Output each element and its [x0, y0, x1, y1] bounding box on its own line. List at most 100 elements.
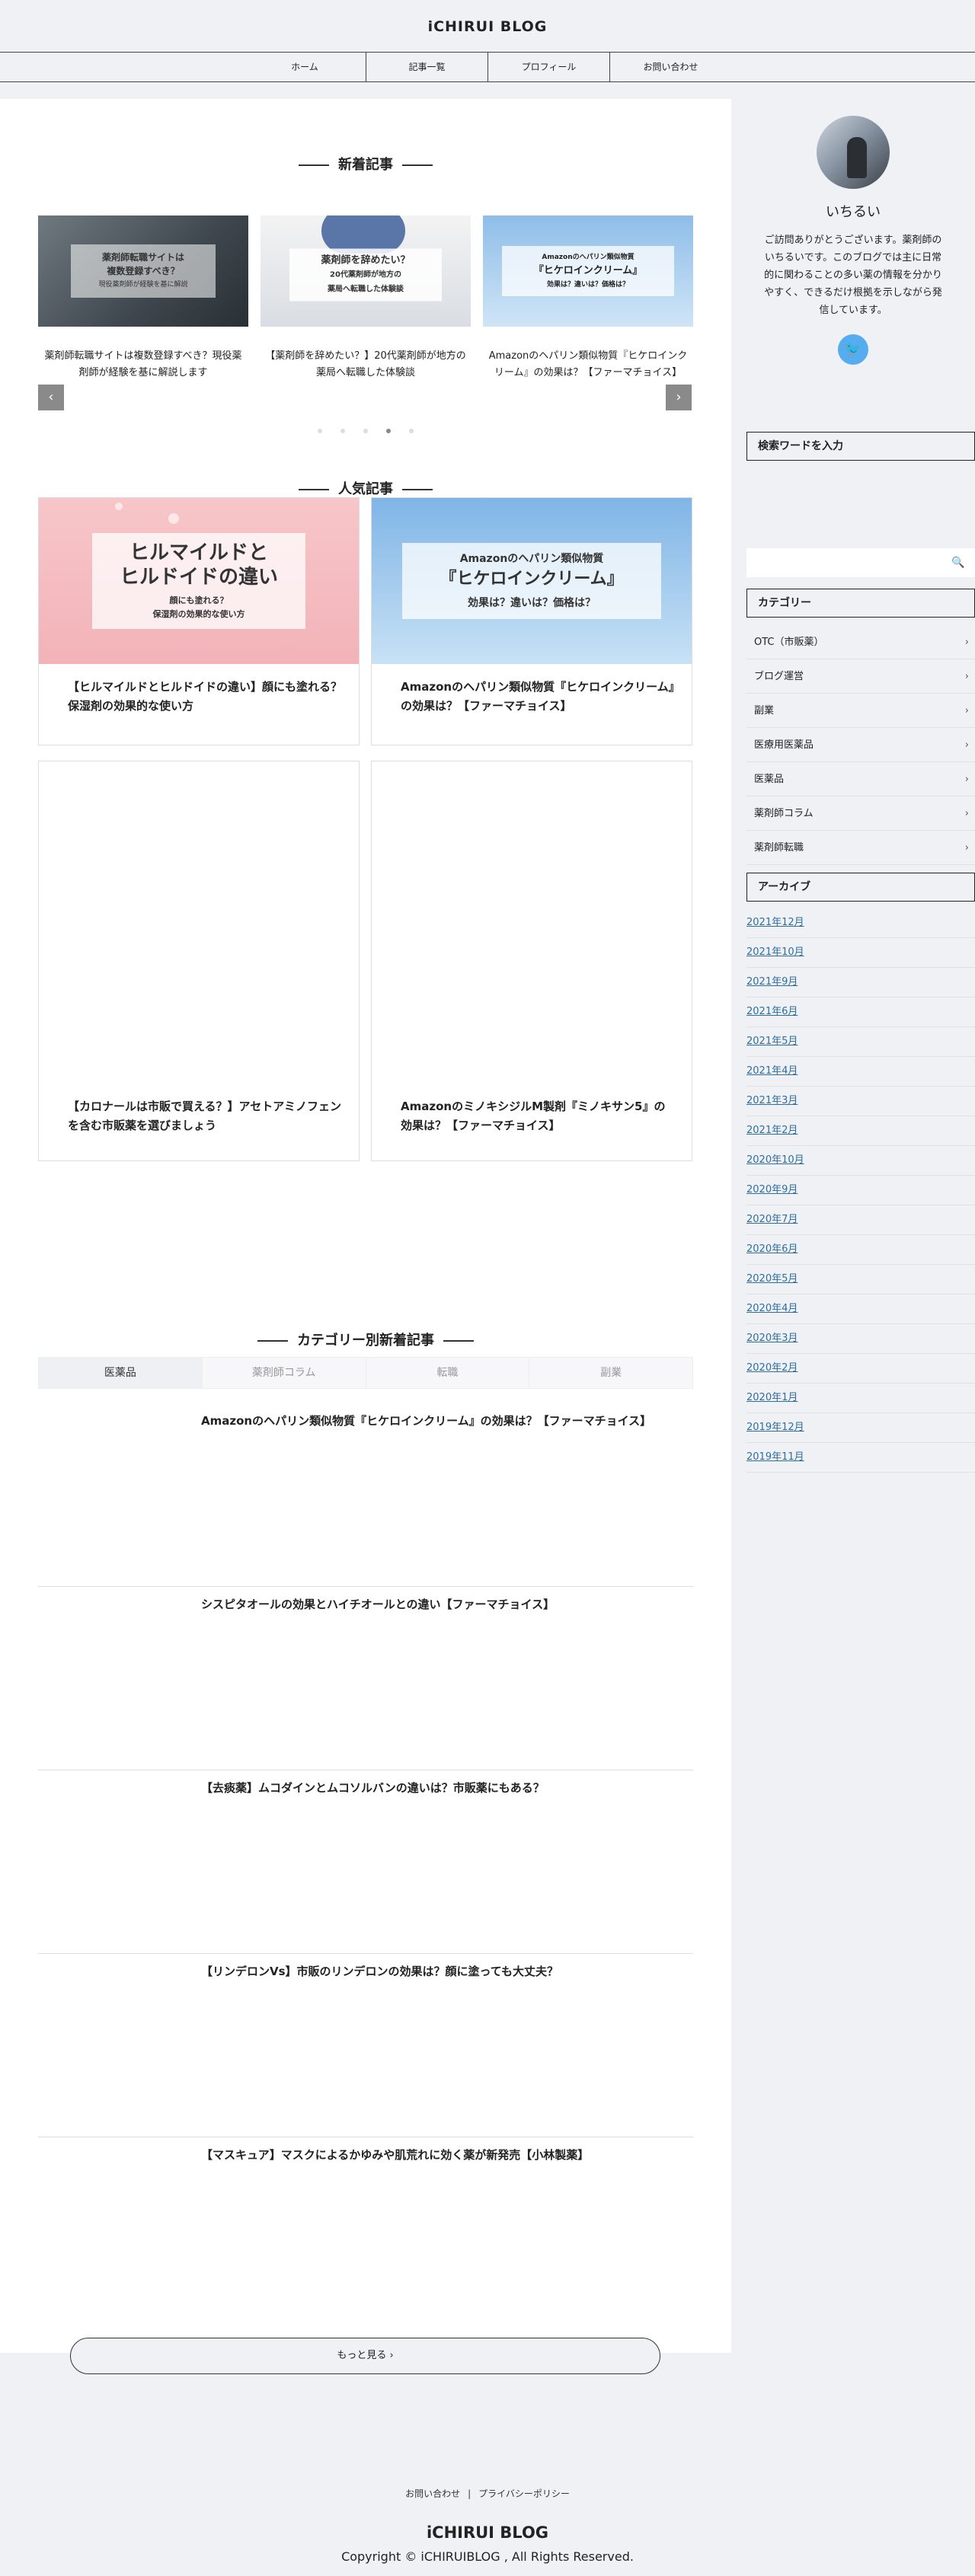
- nav-item-home[interactable]: ホーム: [244, 53, 366, 81]
- site-header: iCHIRUI BLOG: [0, 0, 975, 52]
- archive-link[interactable]: 2021年10月: [746, 938, 975, 968]
- slide-thumbnail: 薬剤師を辞めたい？ 20代薬剤師が地方の 薬局へ転職した体験談: [261, 215, 471, 327]
- archive-link[interactable]: 2020年1月: [746, 1384, 975, 1413]
- footer-link-privacy[interactable]: プライバシーポリシー: [478, 2488, 570, 2499]
- thumb-text: Amazonのヘパリン類似物質: [542, 254, 635, 261]
- category-article[interactable]: 【マスキュア】マスクによるかゆみや肌荒れに効く薬が新発売【小林製薬】: [38, 2137, 693, 2321]
- nav-item-profile[interactable]: プロフィール: [488, 53, 609, 81]
- archive-link[interactable]: 2021年2月: [746, 1116, 975, 1146]
- archive-link[interactable]: 2021年3月: [746, 1087, 975, 1116]
- profile-widget: いちるい ご訪問ありがとうございます。薬剤師のいちるいです。このブログでは主に日…: [731, 116, 975, 365]
- archive-link[interactable]: 2019年11月: [746, 1443, 975, 1473]
- chevron-right-icon: ›: [964, 637, 969, 648]
- sidebar-category-blog[interactable]: ブログ運営 ›: [746, 659, 975, 694]
- sidebar-category-column[interactable]: 薬剤師コラム ›: [746, 796, 975, 831]
- site-footer: お問い合わせ | プライバシーポリシー iCHIRUI BLOG Copyright…: [0, 2435, 975, 2576]
- slider-dot[interactable]: [340, 429, 345, 433]
- slide-thumbnail: 薬剤師転職サイトは 複数登録すべき？ 現役薬剤師が経験を基に解説: [38, 215, 248, 327]
- category-label: 医薬品: [754, 774, 785, 785]
- latest-slide[interactable]: 薬剤師転職サイトは 複数登録すべき？ 現役薬剤師が経験を基に解説 薬剤師転職サイ…: [38, 215, 248, 381]
- tab-side-job[interactable]: 副業: [529, 1358, 692, 1388]
- footer-link-contact[interactable]: お問い合わせ: [405, 2488, 460, 2499]
- image-text: 保湿剤の効果的な使い方: [152, 609, 245, 619]
- more-button[interactable]: もっと見る ›: [70, 2338, 660, 2374]
- card-title[interactable]: 【ヒルマイルドとヒルドイドの違い】顔にも塗れる？保湿剤の効果的な使い方: [68, 678, 344, 716]
- content-wrap: 新着記事 薬剤師転職サイトは 複数登録すべき？ 現役薬剤師が経験を基に解説 薬剤…: [0, 82, 975, 2435]
- popular-section-title: 人気記事: [0, 478, 731, 498]
- latest-slide[interactable]: Amazonのヘパリン類似物質 『ヒケロインクリーム』 効果は？違いは？価格は？…: [483, 215, 693, 381]
- tab-job-change[interactable]: 転職: [365, 1358, 529, 1388]
- category-article[interactable]: 【リンデロンVs】市販のリンデロンの効果は？顔に塗っても大丈夫？: [38, 1954, 693, 2137]
- chevron-right-icon: ›: [964, 705, 969, 717]
- archive-link[interactable]: 2021年4月: [746, 1057, 975, 1087]
- slide-caption[interactable]: 【薬剤師を辞めたい？】20代薬剤師が地方の薬局へ転職した体験談: [261, 348, 471, 381]
- chevron-right-icon: ›: [964, 842, 969, 854]
- archive-link[interactable]: 2019年12月: [746, 1413, 975, 1443]
- card-title[interactable]: AmazonのミノキシジルM製剤『ミノキサン5』の効果は？【ファーマチョイス】: [401, 1097, 676, 1135]
- thumb-text: 複数登録すべき？: [107, 266, 180, 276]
- global-nav: ホーム 記事一覧 プロフィール お問い合わせ: [0, 52, 975, 82]
- search-icon[interactable]: 🔍: [943, 548, 973, 577]
- category-widget-title: カテゴリー: [746, 589, 975, 618]
- category-article-title[interactable]: 【リンデロンVs】市販のリンデロンの効果は？顔に塗っても大丈夫？: [201, 1963, 558, 1979]
- slider-dot[interactable]: [318, 429, 322, 433]
- tab-pharmacist-column[interactable]: 薬剤師コラム: [201, 1358, 366, 1388]
- archive-link[interactable]: 2020年4月: [746, 1294, 975, 1324]
- popular-card[interactable]: Amazonのヘパリン類似物質 『ヒケロインクリーム』 効果は？違いは？価格は？…: [371, 497, 692, 745]
- sidebar-category-medicine[interactable]: 医薬品 ›: [746, 762, 975, 796]
- nav-item-contact[interactable]: お問い合わせ: [609, 53, 731, 81]
- card-title[interactable]: 【カロナールは市販で買える？】アセトアミノフェンを含む市販薬を選びましょう: [68, 1097, 344, 1135]
- nav-item-articles[interactable]: 記事一覧: [366, 53, 488, 81]
- slide-caption[interactable]: Amazonのヘパリン類似物質『ヒケロインクリーム』の効果は？【ファーマチョイス…: [483, 348, 693, 381]
- archive-widget-title: アーカイブ: [746, 873, 975, 902]
- archive-link[interactable]: 2020年7月: [746, 1205, 975, 1235]
- tab-medicine[interactable]: 医薬品: [39, 1358, 202, 1388]
- category-article[interactable]: 【去痰薬】ムコダインとムコソルバンの違いは？市販薬にもある？: [38, 1770, 693, 1954]
- popular-card[interactable]: ヒルマイルドと ヒルドイドの違い 顔にも塗れる？ 保湿剤の効果的な使い方 【ヒル…: [38, 497, 360, 745]
- category-article-title[interactable]: 【去痰薬】ムコダインとムコソルバンの違いは？市販薬にもある？: [201, 1780, 545, 1796]
- category-label: 副業: [754, 705, 775, 717]
- card-image: ヒルマイルドと ヒルドイドの違い 顔にも塗れる？ 保湿剤の効果的な使い方: [39, 498, 359, 664]
- archive-link[interactable]: 2020年3月: [746, 1324, 975, 1354]
- category-article-title[interactable]: 【マスキュア】マスクによるかゆみや肌荒れに効く薬が新発売【小林製薬】: [201, 2147, 589, 2163]
- sidebar-category-otc[interactable]: OTC（市販薬） ›: [746, 625, 975, 659]
- thumb-text: 薬剤師を辞めたい？: [321, 254, 411, 267]
- sidebar-category-job-change[interactable]: 薬剤師転職 ›: [746, 831, 975, 865]
- slider-prev-button[interactable]: ‹: [38, 385, 64, 410]
- category-article-title[interactable]: Amazonのヘパリン類似物質『ヒケロインクリーム』の効果は？【ファーマチョイス…: [201, 1412, 651, 1428]
- footer-title[interactable]: iCHIRUI BLOG: [0, 2523, 975, 2542]
- category-label: 薬剤師転職: [754, 842, 804, 854]
- image-text: ヒルドイドの違い: [119, 566, 278, 589]
- archive-link[interactable]: 2020年2月: [746, 1354, 975, 1384]
- slide-caption[interactable]: 薬剤師転職サイトは複数登録すべき？現役薬剤師が経験を基に解説します: [38, 348, 248, 381]
- archive-link[interactable]: 2021年5月: [746, 1027, 975, 1057]
- search-input[interactable]: [746, 548, 975, 577]
- category-article-title[interactable]: シスピタオールの効果とハイチオールとの違い【ファーマチョイス】: [201, 1596, 555, 1612]
- sidebar-category-ethical-drugs[interactable]: 医療用医薬品 ›: [746, 728, 975, 762]
- slider-next-button[interactable]: ›: [666, 385, 692, 410]
- archive-link[interactable]: 2020年5月: [746, 1265, 975, 1294]
- image-text: 効果は？違いは？価格は？: [468, 597, 596, 609]
- image-text: 『ヒケロインクリーム』: [440, 570, 624, 589]
- archive-link[interactable]: 2021年6月: [746, 998, 975, 1027]
- archive-link[interactable]: 2021年9月: [746, 968, 975, 998]
- category-label: 医療用医薬品: [754, 739, 814, 751]
- popular-card[interactable]: AmazonのミノキシジルM製剤『ミノキサン5』の効果は？【ファーマチョイス】: [371, 761, 692, 1161]
- category-article[interactable]: シスピタオールの効果とハイチオールとの違い【ファーマチョイス】: [38, 1587, 693, 1770]
- category-article[interactable]: Amazonのヘパリン類似物質『ヒケロインクリーム』の効果は？【ファーマチョイス…: [38, 1403, 693, 1587]
- archive-link[interactable]: 2020年10月: [746, 1146, 975, 1176]
- slider-dot-active[interactable]: [386, 429, 391, 433]
- latest-slide[interactable]: 薬剤師を辞めたい？ 20代薬剤師が地方の 薬局へ転職した体験談 【薬剤師を辞めた…: [261, 215, 471, 381]
- thumb-text: 『ヒケロインクリーム』: [533, 265, 643, 276]
- popular-card[interactable]: 【カロナールは市販で買える？】アセトアミノフェンを含む市販薬を選びましょう: [38, 761, 360, 1161]
- slider-dot[interactable]: [409, 429, 414, 433]
- archive-link[interactable]: 2020年9月: [746, 1176, 975, 1205]
- archive-link[interactable]: 2020年6月: [746, 1235, 975, 1265]
- twitter-button[interactable]: 🐦: [838, 334, 868, 365]
- card-title[interactable]: Amazonのヘパリン類似物質『ヒケロインクリーム』の効果は？【ファーマチョイス…: [401, 678, 676, 716]
- sidebar: いちるい ご訪問ありがとうございます。薬剤師のいちるいです。このブログでは主に日…: [731, 82, 975, 2435]
- archive-link[interactable]: 2021年12月: [746, 908, 975, 938]
- slider-dot[interactable]: [363, 429, 368, 433]
- site-title[interactable]: iCHIRUI BLOG: [428, 18, 548, 35]
- sidebar-category-side-job[interactable]: 副業 ›: [746, 694, 975, 728]
